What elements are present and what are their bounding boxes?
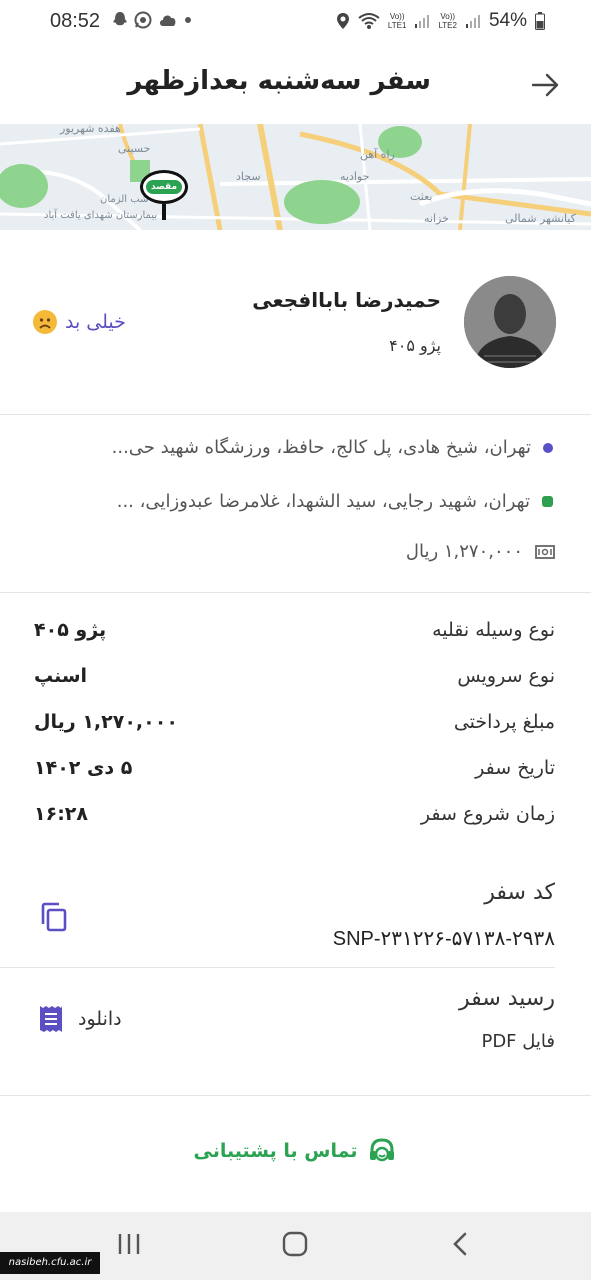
detail-row-vehicle: نوع وسیله نقلیه پژو ۴۰۵ [0,619,591,659]
download-label: دانلود [78,1008,122,1030]
copy-icon[interactable] [40,902,68,932]
destination-row: تهران، شهید رجایی، سید الشهدا، غلامرضا ع… [117,491,553,512]
arrow-right-icon[interactable] [531,72,561,98]
detail-label: نوع سرویس [457,665,555,687]
trip-code-value: SNP-۲۳۱۲۲۶-۵۷۱۳۸-۲۹۳۸ [332,928,555,950]
map-label: هفده شهریور [60,124,121,135]
detail-value: ۱,۲۷۰,۰۰۰ ریال [34,711,178,733]
map-preview[interactable]: هفده شهریور حسینی راه آهن جوادیه سجاد خز… [0,124,591,230]
detail-row-date: تاریخ سفر ۵ دی ۱۴۰۲ [0,757,591,797]
contact-support-button[interactable]: تماس با پشتیبانی [0,1136,591,1166]
system-navbar: nasibeh.cfu.ac.ir [0,1212,591,1280]
destination-pin-badge: مقصد [140,170,188,204]
route-section: تهران، شیخ هادی، پل کالج، حافظ، ورزشگاه … [0,415,591,593]
driver-avatar [464,276,556,368]
sad-face-icon [33,310,57,334]
detail-value: ۱۶:۲۸ [34,803,88,825]
trip-rating[interactable]: خیلی بد [33,310,126,334]
detail-label: نوع وسیله نقلیه [432,619,555,641]
map-label: حسینی [118,142,151,155]
fare-amount: ۱,۲۷۰,۰۰۰ ریال [405,541,523,562]
detail-label: زمان شروع سفر [420,803,555,825]
rating-label: خیلی بد [65,311,126,333]
header: سفر سه‌شنبه بعدازظهر [0,44,591,124]
download-button[interactable]: دانلود [38,1004,122,1034]
location-icon [336,13,349,29]
whatsapp-icon [134,11,152,29]
origin-row: تهران، شیخ هادی، پل کالج، حافظ، ورزشگاه … [112,437,553,458]
fare-row: ۱,۲۷۰,۰۰۰ ریال [406,541,555,562]
map-label: جوادیه [340,170,370,183]
system-icons: Vo)) LTE1 Vo)) LTE2 54% [336,10,545,32]
map-label: راه آهن [360,148,395,161]
sim1-label: Vo)) LTE1 [387,12,407,30]
receipt-icon [40,1006,62,1032]
destination-pin-stem [162,204,166,220]
divider [0,1095,591,1096]
detail-label: تاریخ سفر [475,757,555,779]
signal1-icon [415,15,430,28]
map-label: سجاد [236,170,261,183]
destination-address: تهران، شهید رجایی، سید الشهدا، غلامرضا ع… [116,491,530,512]
home-icon[interactable] [281,1230,309,1258]
watermark: nasibeh.cfu.ac.ir [0,1252,100,1274]
signal2-icon [465,15,480,28]
recent-apps-icon[interactable] [116,1230,142,1258]
detail-label: مبلغ پرداختی [453,711,555,733]
page-title: سفر سه‌شنبه بعدازظهر [127,66,431,96]
cloud-icon [160,15,176,26]
driver-card: حمیدرضا باباافجعی پژو ۴۰۵ خیلی بد [0,230,591,415]
detail-row-service: نوع سرویس اسنپ [0,665,591,705]
driver-name: حمیدرضا باباافجعی [252,288,441,312]
detail-value: پژو ۴۰۵ [34,619,107,641]
driver-photo [464,276,556,368]
origin-dot-icon [543,442,553,453]
detail-value: ۵ دی ۱۴۰۲ [34,757,133,779]
wifi-icon [358,13,380,29]
divider [0,967,555,968]
receipt-file-type: فایل PDF [481,1031,555,1052]
status-time: 08:52 [50,10,101,32]
battery-percent: 54% [488,10,527,31]
origin-address: تهران، شیخ هادی، پل کالج، حافظ، ورزشگاه … [111,437,531,458]
detail-row-payment: مبلغ پرداختی ۱,۲۷۰,۰۰۰ ریال [0,711,591,751]
map-label: بعثت [410,190,433,203]
dot-icon [185,17,191,23]
headset-icon [370,1138,395,1162]
destination-pin-label: مقصد [145,180,183,194]
trip-code-title: کد سفر [484,880,555,905]
driver-car: پژو ۴۰۵ [389,336,441,355]
cash-icon [535,544,555,559]
map-label: کیانشهر شمالی [505,212,576,225]
destination-pin[interactable]: مقصد [140,170,188,222]
back-icon[interactable] [450,1230,470,1258]
receipt-title: رسید سفر [459,986,555,1011]
map-label: خزانه [424,212,449,225]
status-bar: 08:52 Vo)) LTE1 Vo)) LTE2 54% [0,0,591,44]
sim2-label: Vo)) LTE2 [438,12,457,30]
notification-icons [112,11,192,29]
detail-value: اسنپ [34,665,88,687]
snap-notification-icon [113,12,127,26]
detail-row-start-time: زمان شروع سفر ۱۶:۲۸ [0,803,591,843]
support-label: تماس با پشتیبانی [193,1140,358,1162]
battery-icon [535,12,545,30]
destination-square-icon [542,496,553,507]
